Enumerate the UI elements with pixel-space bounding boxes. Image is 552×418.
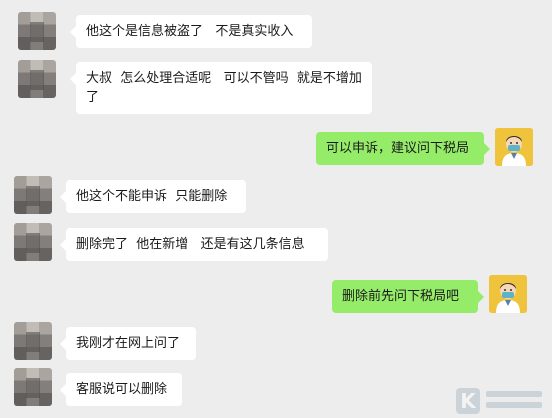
doctor-avatar-icon[interactable]: [495, 128, 533, 166]
watermark-bar: [486, 402, 542, 408]
contact-avatar-icon[interactable]: [14, 176, 52, 214]
contact-avatar-icon[interactable]: [14, 322, 52, 360]
contact-avatar-icon[interactable]: [14, 223, 52, 261]
message-bubble[interactable]: 他这个是信息被盗了 不是真实收入: [70, 15, 312, 48]
watermark-bar: [486, 391, 542, 397]
contact-avatar-icon[interactable]: [14, 368, 52, 406]
doctor-avatar-icon[interactable]: [489, 275, 527, 313]
contact-avatar-icon[interactable]: [18, 12, 56, 50]
message-bubble[interactable]: 删除前先问下税局吧: [332, 280, 484, 313]
watermark-logo: K: [456, 388, 546, 416]
message-bubble[interactable]: 客服说可以删除: [60, 373, 182, 406]
k-logo-icon: K: [456, 388, 480, 414]
doctor-avatar-icon: [495, 128, 533, 166]
message-bubble[interactable]: 大叔 怎么处理合适呢 可以不管吗 就是不增加了: [70, 62, 372, 114]
doctor-avatar-icon: [489, 275, 527, 313]
message-bubble[interactable]: 删除完了 他在新增 还是有这几条信息: [60, 228, 328, 261]
message-bubble[interactable]: 他这个不能申诉 只能删除: [60, 180, 246, 213]
contact-avatar-icon[interactable]: [18, 60, 56, 98]
message-bubble[interactable]: 可以申诉，建议问下税局: [316, 132, 490, 165]
message-bubble[interactable]: 我刚才在网上问了: [60, 327, 196, 360]
